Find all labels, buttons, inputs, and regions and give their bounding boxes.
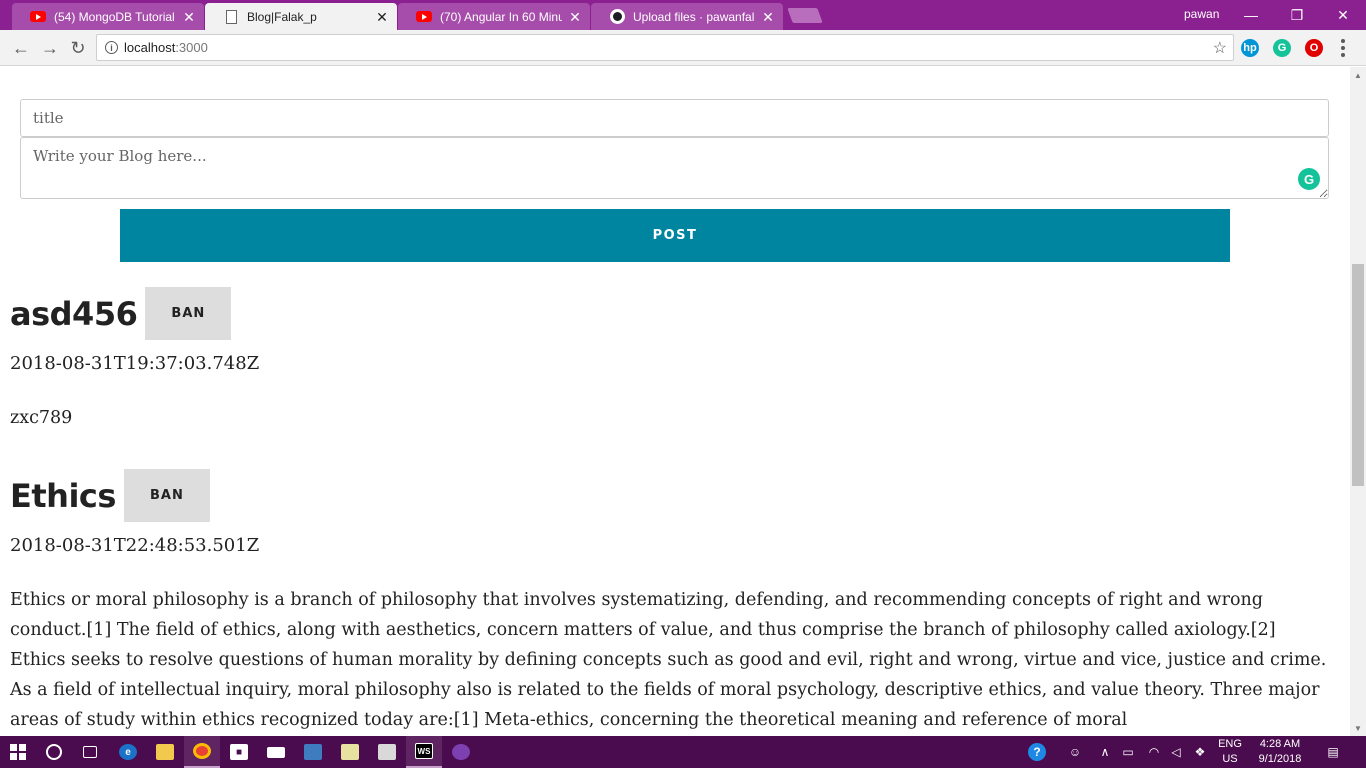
window-close-icon[interactable]: ✕ (1320, 0, 1366, 30)
tab-close-icon[interactable]: ✕ (375, 10, 389, 24)
blog-body-textarea[interactable] (20, 137, 1329, 199)
start-button[interactable] (0, 736, 36, 768)
tab-title: (70) Angular In 60 Minute (440, 9, 562, 24)
language-indicator[interactable]: ENG US (1212, 737, 1248, 767)
ban-button[interactable]: BAN (123, 469, 210, 522)
blog-post: Ethics BAN 2018-08-31T22:48:53.501Z Ethi… (10, 469, 1330, 735)
tab-close-icon[interactable]: ✕ (568, 10, 582, 24)
restore-icon[interactable]: ❐ (1274, 0, 1320, 30)
clock[interactable]: 4:28 AM 9/1/2018 (1252, 737, 1308, 767)
tab-title: (54) MongoDB Tutorial fo (54, 9, 176, 24)
people-icon[interactable]: ☺ (1064, 736, 1086, 768)
post-button[interactable]: POST (120, 209, 1230, 262)
tab-upload-files-github[interactable]: Upload files · pawanfalak ✕ (591, 3, 783, 30)
forward-arrow-icon[interactable]: → (38, 36, 62, 60)
store-icon[interactable]: ■ (221, 736, 257, 768)
mail-icon[interactable] (258, 736, 294, 768)
notifications-icon[interactable]: ▤ (1320, 736, 1346, 768)
battery-icon[interactable]: ▭ (1118, 736, 1138, 768)
ban-button[interactable]: BAN (145, 287, 232, 340)
webstorm-icon[interactable]: WS (406, 736, 442, 768)
post-date: 2018-08-31T22:48:53.501Z (10, 535, 260, 556)
hp-extension-icon[interactable]: hp (1241, 39, 1259, 57)
tab-mongodb-tutorial[interactable]: (54) MongoDB Tutorial fo ✕ (12, 3, 204, 30)
scroll-up-arrow-icon[interactable]: ▲ (1350, 67, 1366, 83)
tab-close-icon[interactable]: ✕ (182, 10, 196, 24)
browser-menu-icon[interactable] (1340, 38, 1346, 58)
page-icon (223, 9, 239, 25)
dropbox-icon[interactable]: ❖ (1190, 736, 1210, 768)
chevron-up-icon[interactable]: ∧ (1096, 736, 1114, 768)
minimize-icon[interactable]: — (1228, 0, 1274, 30)
volume-icon[interactable]: ◁ (1166, 736, 1186, 768)
windows-taskbar: e ■ WS ? ☺ ∧ ▭ ◠ ◁ ❖ ENG US 4:28 AM 9/1/20… (0, 736, 1366, 768)
app-icon[interactable] (443, 736, 479, 768)
post-body: zxc789 (10, 408, 73, 428)
page-viewport: G POST asd456 BAN 2018-08-31T19:37:03.74… (0, 67, 1350, 736)
scroll-down-arrow-icon[interactable]: ▼ (1350, 720, 1366, 736)
bookmark-star-icon[interactable]: ☆ (1213, 38, 1227, 58)
tab-angular-60-minutes[interactable]: (70) Angular In 60 Minute ✕ (398, 3, 590, 30)
paint-icon[interactable] (369, 736, 405, 768)
notepad-icon[interactable] (332, 736, 368, 768)
opera-extension-icon[interactable]: O (1305, 39, 1323, 57)
wifi-icon[interactable]: ◠ (1144, 736, 1164, 768)
post-date: 2018-08-31T19:37:03.748Z (10, 353, 260, 374)
url-text[interactable]: localhost:3000 (124, 40, 208, 55)
profile-name[interactable]: pawan (1184, 7, 1219, 21)
chrome-taskbar-icon[interactable] (184, 736, 220, 768)
blog-post: asd456 BAN 2018-08-31T19:37:03.748Z zxc7… (10, 287, 1330, 433)
tab-title: Blog|Falak_p (247, 9, 317, 24)
browser-toolbar: ← → ↻ i localhost:3000 ☆ hp G O (0, 30, 1366, 66)
tab-title: Upload files · pawanfalak (633, 9, 755, 24)
grammarly-icon[interactable]: G (1298, 168, 1320, 190)
post-title: asd456 (10, 294, 138, 333)
youtube-icon (416, 9, 432, 25)
post-title: Ethics (10, 476, 116, 515)
file-explorer-icon[interactable] (147, 736, 183, 768)
tab-close-icon[interactable]: ✕ (761, 10, 775, 24)
task-view-icon[interactable] (72, 736, 108, 768)
grammarly-extension-icon[interactable]: G (1273, 39, 1291, 57)
youtube-icon (30, 9, 46, 25)
address-bar[interactable]: i localhost:3000 ☆ (96, 34, 1234, 61)
blog-title-input[interactable] (20, 99, 1329, 137)
post-header: Ethics BAN (10, 469, 1330, 522)
back-arrow-icon[interactable]: ← (9, 36, 33, 60)
info-icon[interactable]: i (105, 41, 118, 54)
scrollbar-thumb[interactable] (1352, 264, 1364, 486)
edge-browser-icon[interactable]: e (110, 736, 146, 768)
help-icon[interactable]: ? (1024, 736, 1050, 768)
reload-icon[interactable]: ↻ (66, 36, 90, 60)
cortana-search-icon[interactable] (36, 736, 72, 768)
tab-blog-falak[interactable]: Blog|Falak_p ✕ (205, 3, 397, 30)
post-body: Ethics or moral philosophy is a branch o… (10, 590, 1327, 730)
app-icon[interactable] (295, 736, 331, 768)
windows-logo-icon (10, 744, 26, 760)
post-header: asd456 BAN (10, 287, 1330, 340)
new-tab-button[interactable] (787, 8, 823, 23)
github-icon (609, 9, 625, 25)
browser-tab-strip: (54) MongoDB Tutorial fo ✕ Blog|Falak_p … (0, 0, 1366, 30)
